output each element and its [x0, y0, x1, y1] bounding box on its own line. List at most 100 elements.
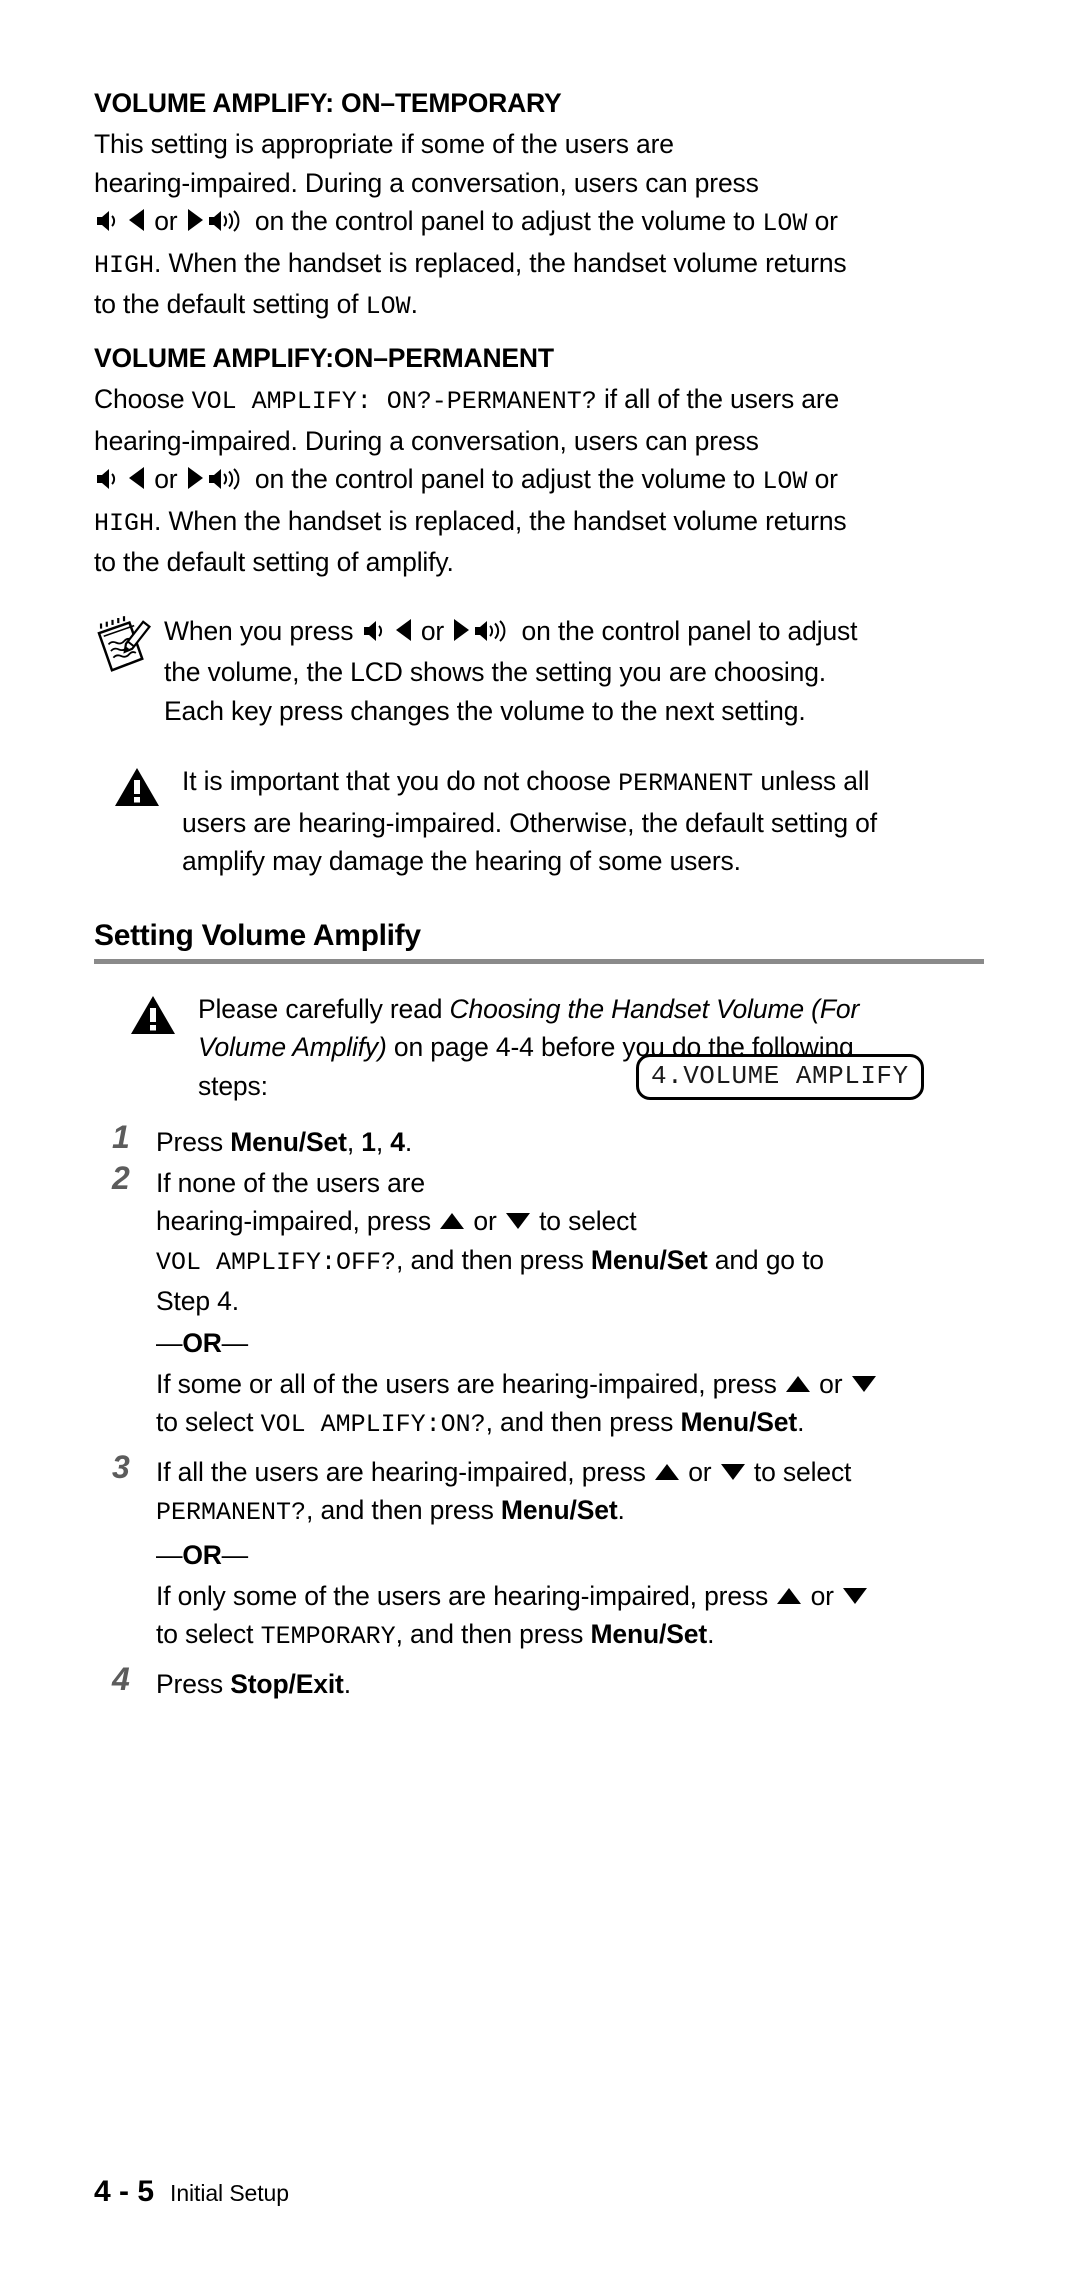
text-line: and go to [714, 1244, 824, 1275]
text-comma: , [375, 1127, 384, 1158]
text-line: on the control panel to adjust [521, 615, 858, 646]
lcd-display-text: 4.VOLUME AMPLIFY [651, 1061, 909, 1091]
text-line: hearing-impaired. During a conversation,… [94, 425, 759, 456]
text-or: or [810, 1580, 834, 1611]
text-line: hearing-impaired, press [156, 1206, 431, 1237]
up-arrow-icon [440, 1213, 465, 1230]
text-line: amplify may damage the hearing of some u… [182, 846, 741, 877]
step-3-text: If all the users are hearing-impaired, p… [156, 1453, 994, 1533]
text-or: or [420, 615, 445, 646]
page-footer: 4 - 5 Initial Setup [94, 2175, 289, 2209]
text-period: . [343, 1668, 351, 1699]
down-arrow-icon [720, 1463, 745, 1480]
key-menu-set: Menu/Set [680, 1407, 798, 1438]
or-separator-step-3: —OR— [156, 1539, 248, 1570]
lcd-value-temporary: TEMPORARY [260, 1622, 396, 1652]
speaker-low-icon [95, 463, 125, 502]
step-1-text: Press Menu/Set, 1, 4. [156, 1123, 994, 1162]
step-3: 3 If all the users are hearing-impaired,… [94, 1449, 994, 1657]
step-2-alt-text: If some or all of the users are hearing-… [156, 1365, 994, 1445]
right-arrow-icon [187, 467, 203, 490]
key-menu-set: Menu/Set [590, 1244, 708, 1275]
text-or: or [814, 464, 838, 495]
text-line: , and then press [396, 1244, 584, 1275]
speaker-high-icon [473, 615, 513, 654]
text-choose: Choose [94, 384, 185, 415]
subheading-volume-amplify-temporary: VOLUME AMPLIFY: ON–TEMPORARY [94, 88, 562, 118]
text-line: hearing-impaired. During a conversation,… [94, 167, 759, 198]
text-line: the volume, the LCD shows the setting yo… [164, 657, 826, 688]
page-content: VOLUME AMPLIFY: ON–TEMPORARY This settin… [94, 88, 994, 1705]
text-or: or [819, 1368, 843, 1399]
down-arrow-icon [843, 1587, 868, 1604]
text-line: to the default setting of amplify. [94, 547, 454, 578]
text-line: . When the handset is replaced, the hand… [154, 505, 847, 536]
text-line: to the default setting of [94, 289, 359, 320]
key-menu-set: Menu/Set [590, 1619, 708, 1650]
right-arrow-icon [454, 618, 470, 641]
text-line: If all the users are hearing-impaired, p… [156, 1456, 646, 1487]
text-line: Press [156, 1668, 223, 1699]
text-period: . [797, 1407, 805, 1438]
cross-reference-title-cont: Volume Amplify) [198, 1032, 387, 1063]
text-line: users are hearing-impaired. Otherwise, t… [182, 807, 877, 838]
up-arrow-icon [785, 1375, 810, 1392]
text-line: Step 4. [156, 1286, 239, 1317]
notepad-pencil-icon [94, 614, 156, 676]
or-label: OR [182, 1327, 222, 1358]
text-line: If some or all of the users are hearing-… [156, 1368, 777, 1399]
or-label: OR [182, 1539, 222, 1570]
down-arrow-icon [851, 1375, 876, 1392]
lcd-value-high: HIGH [94, 508, 155, 538]
left-arrow-icon [129, 209, 144, 232]
key-menu-set: Menu/Set [230, 1127, 347, 1158]
text-line: Please carefully read [198, 993, 443, 1024]
text-line: This setting is appropriate if some of t… [94, 129, 674, 160]
lcd-value-vol-amplify-on: VOL AMPLIFY:ON? [260, 1410, 486, 1440]
section-setting-volume-amplify: Setting Volume Amplify [94, 919, 994, 964]
step-number: 1 [112, 1119, 130, 1156]
caution-text: It is important that you do not choose P… [182, 762, 994, 881]
left-arrow-icon [129, 467, 144, 490]
text-line: to select [539, 1206, 637, 1237]
or-separator-step-2: —OR— [156, 1327, 248, 1358]
lcd-value-permanent-prompt: PERMANENT? [156, 1498, 307, 1528]
text-comma: , [346, 1127, 355, 1158]
step-2-text: If none of the users are hearing-impaire… [156, 1164, 994, 1321]
caution-block: It is important that you do not choose P… [94, 762, 994, 881]
text-period: . [707, 1619, 715, 1650]
text-line: Each key press changes the volume to the… [164, 695, 806, 726]
text-line: on the control panel to adjust the volum… [254, 464, 756, 495]
procedure-steps: 1 Press Menu/Set, 1, 4. 2 If none of the… [94, 1119, 994, 1704]
footer-page-number: 4 - 5 [94, 2175, 155, 2208]
text-or: or [473, 1206, 497, 1237]
text-line: . When the handset is replaced, the hand… [154, 247, 847, 278]
up-arrow-icon [655, 1463, 679, 1480]
note-block: When you press or on the control panel t… [94, 612, 994, 731]
text-or: or [154, 464, 178, 495]
paragraph-permanent: Choose VOL AMPLIFY: ON?-PERMANENT? if al… [94, 380, 994, 582]
text-line: Press [156, 1127, 223, 1158]
text-line: When you press [164, 615, 354, 646]
text-line: on the control panel to adjust the volum… [254, 206, 756, 237]
step-3-alt-text: If only some of the users are hearing-im… [156, 1577, 994, 1657]
key-1: 1 [361, 1127, 376, 1158]
cross-reference-title: Choosing the Handset Volume (For [449, 993, 860, 1024]
text-or: or [154, 206, 178, 237]
key-menu-set: Menu/Set [500, 1495, 618, 1526]
step-4: 4 Press Stop/Exit. [94, 1661, 994, 1704]
text-line: to select [156, 1619, 254, 1650]
step-number: 3 [112, 1448, 130, 1485]
text-period: . [404, 1127, 413, 1158]
document-page: VOLUME AMPLIFY: ON–TEMPORARY This settin… [0, 0, 1080, 2270]
lcd-value-permanent: PERMANENT [618, 769, 754, 799]
text-line: If only some of the users are hearing-im… [156, 1580, 769, 1611]
up-arrow-icon [777, 1587, 802, 1604]
text-period: . [617, 1495, 625, 1526]
text-or: or [688, 1456, 712, 1487]
text-line: , and then press [306, 1495, 494, 1526]
speaker-high-icon [207, 205, 247, 244]
section-title: Setting Volume Amplify [94, 918, 421, 952]
step-2: 2 If none of the users are hearing-impai… [94, 1160, 994, 1445]
text-line: to select [156, 1407, 254, 1438]
